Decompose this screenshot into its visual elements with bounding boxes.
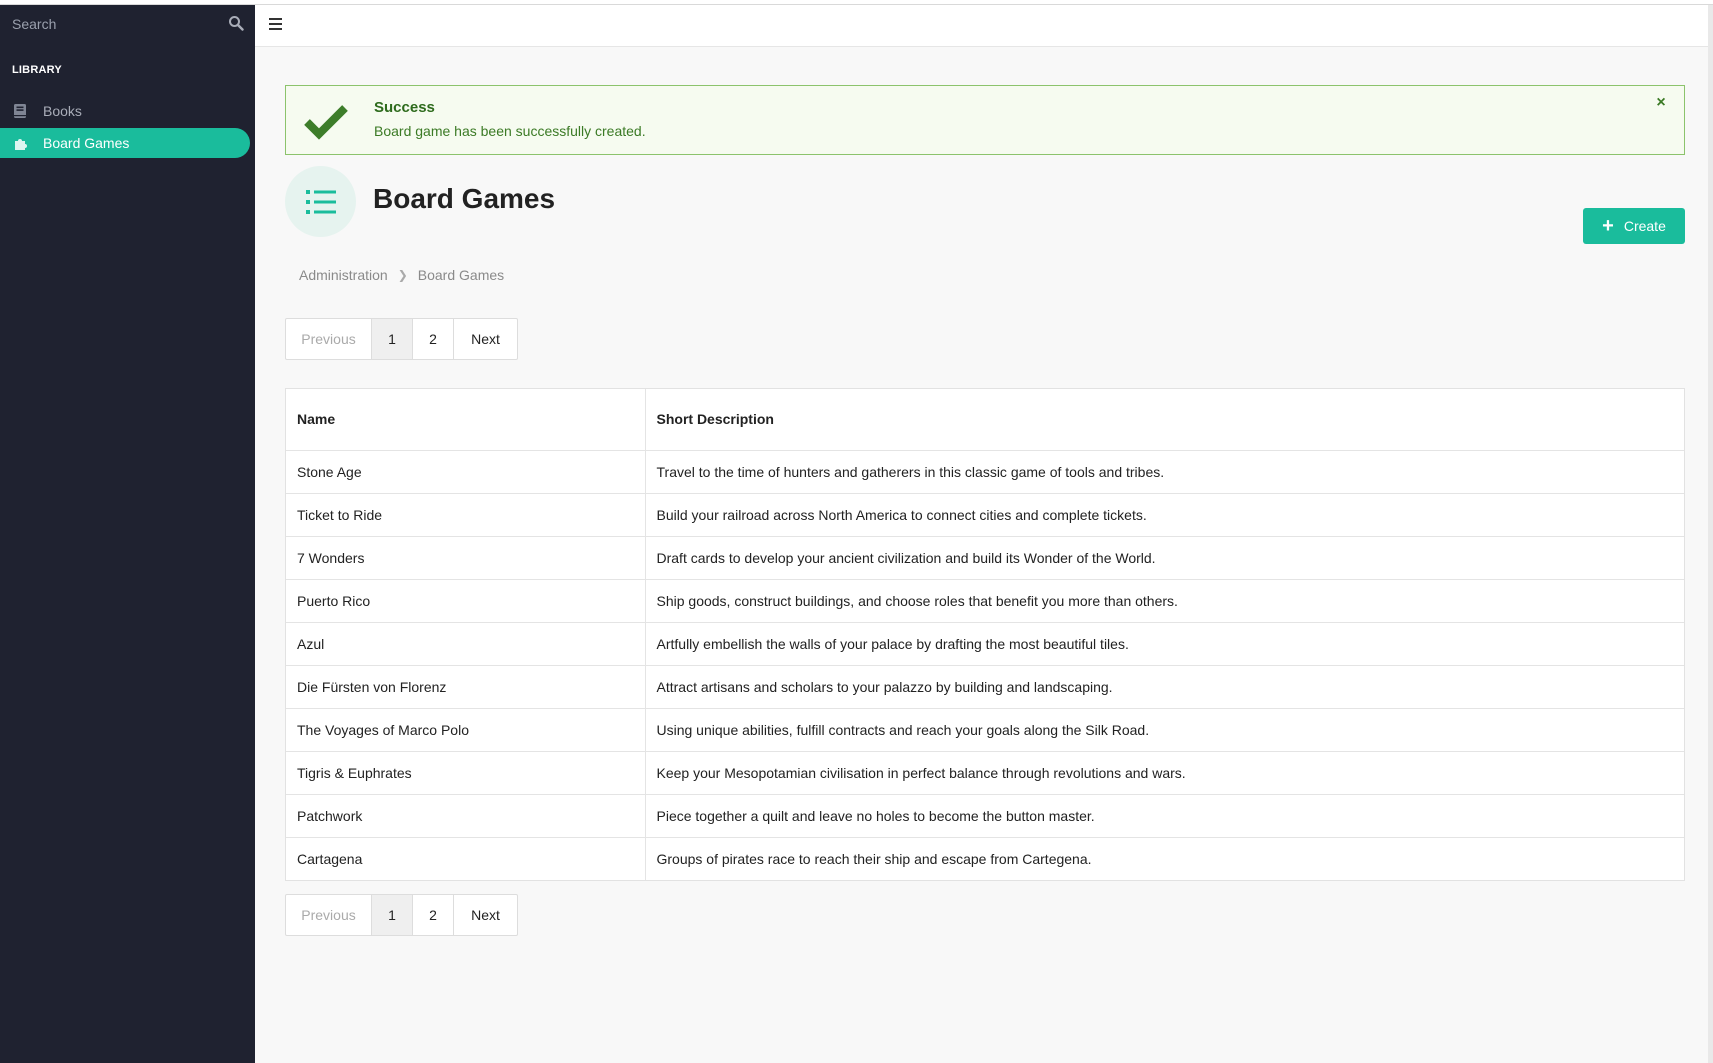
breadcrumb-current: Board Games: [417, 267, 505, 283]
table-header-row: Name Short Description: [286, 389, 1684, 451]
sidebar-item-label: Books: [43, 103, 82, 119]
table-row[interactable]: Cartagena Groups of pirates race to reac…: [286, 837, 1684, 880]
success-alert: Success Board game has been successfully…: [285, 85, 1685, 155]
pagination-bottom: Previous 1 2 Next: [285, 894, 518, 936]
board-games-table: Name Short Description Stone Age Travel …: [285, 388, 1685, 881]
pagination-top: Previous 1 2 Next: [285, 318, 518, 360]
cell-description: Draft cards to develop your ancient civi…: [645, 536, 1684, 580]
cell-name[interactable]: Ticket to Ride: [286, 493, 646, 537]
search-input[interactable]: [10, 13, 220, 35]
column-header-short-description[interactable]: Short Description: [645, 389, 1684, 451]
breadcrumb-administration[interactable]: Administration: [299, 267, 388, 283]
table-row[interactable]: 7 Wonders Draft cards to develop your an…: [286, 536, 1684, 580]
cell-description: Travel to the time of hunters and gather…: [645, 450, 1684, 494]
table-row[interactable]: Die Fürsten von Florenz Attract artisans…: [286, 665, 1684, 709]
pagination-previous[interactable]: Previous: [286, 895, 372, 935]
table-row[interactable]: Puerto Rico Ship goods, construct buildi…: [286, 579, 1684, 623]
sidebar-item-books[interactable]: Books: [0, 96, 250, 126]
create-button-label: Create: [1623, 218, 1666, 234]
page-title: Board Games: [373, 183, 556, 214]
sidebar-search: [0, 5, 255, 41]
cell-name[interactable]: Puerto Rico: [286, 579, 646, 623]
scrollbar[interactable]: [1708, 5, 1713, 1063]
table-row[interactable]: Ticket to Ride Build your railroad acros…: [286, 493, 1684, 537]
cell-description: Build your railroad across North America…: [645, 493, 1684, 537]
table-row[interactable]: The Voyages of Marco Polo Using unique a…: [286, 708, 1684, 752]
breadcrumb: Administration ❯ Board Games: [299, 267, 504, 283]
table-row[interactable]: Azul Artfully embellish the walls of you…: [286, 622, 1684, 666]
pagination-next[interactable]: Next: [454, 895, 517, 935]
cell-description: Piece together a quilt and leave no hole…: [645, 794, 1684, 838]
cell-description: Keep your Mesopotamian civilisation in p…: [645, 751, 1684, 795]
column-header-name[interactable]: Name: [286, 389, 646, 451]
main-content: Success Board game has been successfully…: [255, 5, 1713, 1063]
book-icon: [13, 103, 29, 119]
alert-message: Board game has been successfully created…: [374, 123, 646, 139]
cell-description: Using unique abilities, fulfill contract…: [645, 708, 1684, 752]
sidebar: LIBRARY Books Board Games: [0, 5, 255, 1063]
cell-name[interactable]: Tigris & Euphrates: [286, 751, 646, 795]
cell-name[interactable]: Die Fürsten von Florenz: [286, 665, 646, 709]
top-bar: [255, 5, 1713, 47]
pagination-page-1[interactable]: 1: [372, 319, 413, 359]
puzzle-icon: [13, 135, 29, 151]
cell-name[interactable]: Azul: [286, 622, 646, 666]
list-icon: [285, 166, 356, 237]
cell-name[interactable]: Stone Age: [286, 450, 646, 494]
close-icon[interactable]: ×: [1652, 94, 1670, 112]
sidebar-item-board-games[interactable]: Board Games: [0, 128, 250, 158]
checkmark-icon: [304, 101, 348, 141]
chevron-right-icon: ❯: [397, 268, 408, 282]
table-row[interactable]: Stone Age Travel to the time of hunters …: [286, 450, 1684, 494]
plus-icon: +: [1602, 215, 1614, 237]
cell-name[interactable]: Patchwork: [286, 794, 646, 838]
hamburger-menu-icon[interactable]: [269, 18, 283, 32]
cell-name[interactable]: Cartagena: [286, 837, 646, 880]
pagination-page-2[interactable]: 2: [413, 319, 454, 359]
pagination-next[interactable]: Next: [454, 319, 517, 359]
cell-description: Attract artisans and scholars to your pa…: [645, 665, 1684, 709]
create-button[interactable]: + Create: [1583, 208, 1685, 244]
pagination-previous[interactable]: Previous: [286, 319, 372, 359]
table-row[interactable]: Patchwork Piece together a quilt and lea…: [286, 794, 1684, 838]
cell-name[interactable]: 7 Wonders: [286, 536, 646, 580]
sidebar-heading-library: LIBRARY: [12, 64, 62, 76]
cell-description: Ship goods, construct buildings, and cho…: [645, 579, 1684, 623]
sidebar-item-label: Board Games: [43, 135, 130, 151]
cell-name[interactable]: The Voyages of Marco Polo: [286, 708, 646, 752]
cell-description: Artfully embellish the walls of your pal…: [645, 622, 1684, 666]
alert-title: Success: [374, 99, 435, 116]
pagination-page-1[interactable]: 1: [372, 895, 413, 935]
pagination-page-2[interactable]: 2: [413, 895, 454, 935]
cell-description: Groups of pirates race to reach their sh…: [656, 850, 1092, 867]
search-icon[interactable]: [228, 15, 246, 33]
table-row[interactable]: Tigris & Euphrates Keep your Mesopotamia…: [286, 751, 1684, 795]
